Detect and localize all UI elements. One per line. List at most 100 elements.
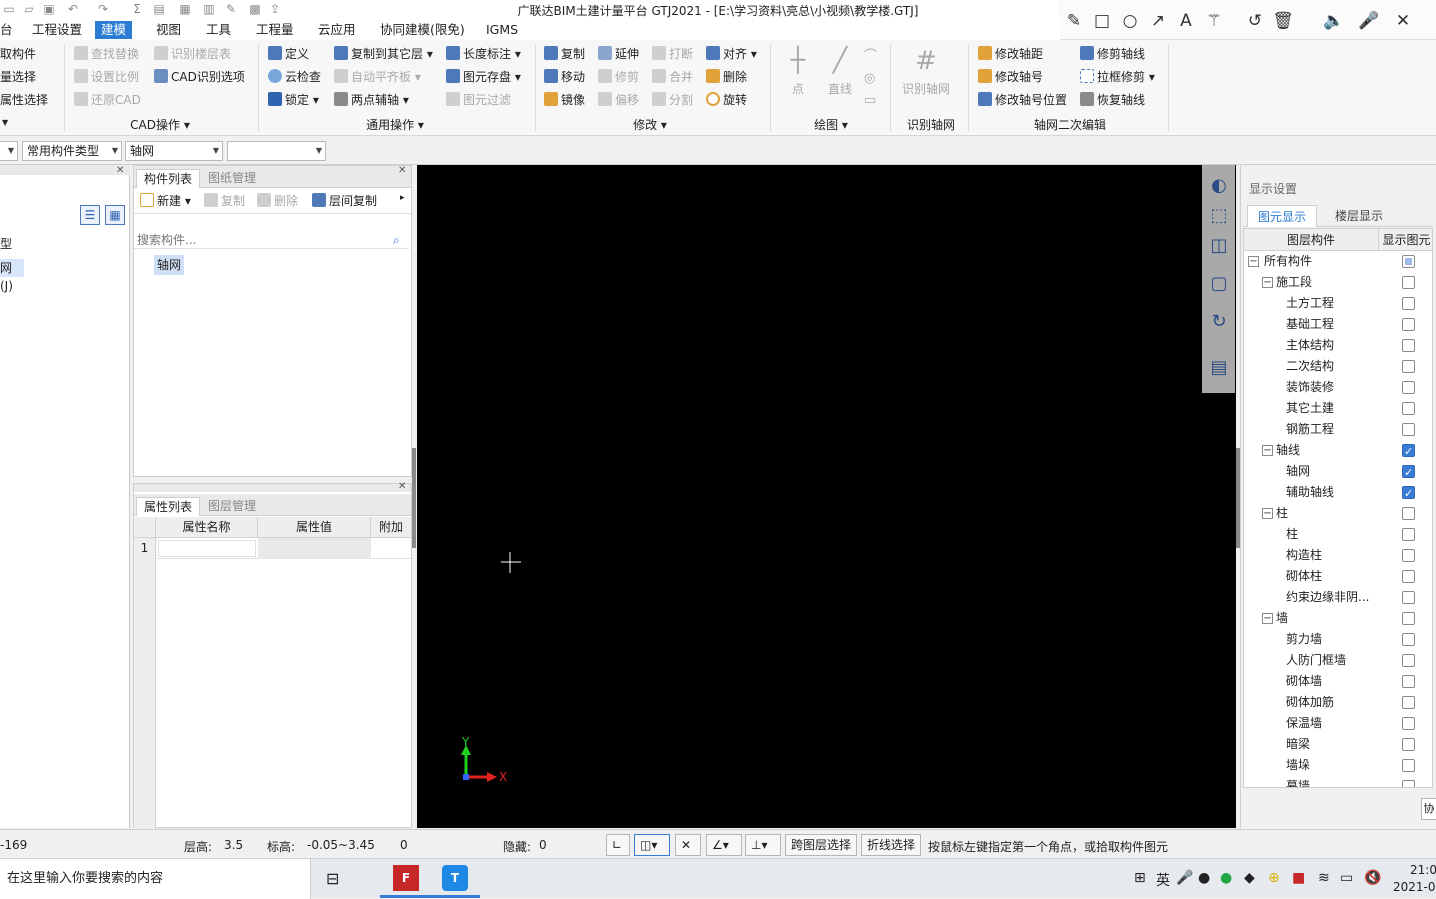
clock-date[interactable]: 2021-0: [1393, 880, 1436, 894]
dynamic-input-toggle[interactable]: ⊥▾: [745, 834, 781, 856]
mirror-button[interactable]: 镜像: [544, 90, 585, 110]
component-item-axis-grid[interactable]: 轴网: [154, 255, 185, 275]
polyline-select-button[interactable]: 折线选择: [861, 834, 922, 856]
show-element-checkbox[interactable]: [1402, 402, 1415, 415]
tree-row[interactable]: 钢筋工程: [1244, 419, 1432, 440]
extra-combo[interactable]: ▼: [227, 141, 326, 161]
menu-item-project-settings[interactable]: 工程设置: [26, 21, 88, 39]
tree-row[interactable]: 其它土建: [1244, 398, 1432, 419]
floor-copy-button[interactable]: 层间复制: [312, 191, 377, 211]
menu-item-cloud[interactable]: 云应用: [312, 21, 362, 39]
undo-icon[interactable]: ↺: [1244, 10, 1266, 32]
show-element-checkbox[interactable]: [1402, 276, 1415, 289]
length-dimension-button[interactable]: 长度标注 ▾: [446, 44, 521, 64]
show-element-checkbox[interactable]: [1402, 318, 1415, 331]
tree-row[interactable]: 墙垛: [1244, 755, 1432, 776]
recognize-axis-grid-button[interactable]: # 识别轴网: [898, 46, 954, 97]
table-row[interactable]: 1: [134, 538, 411, 559]
battery-icon[interactable]: ▭: [1340, 870, 1353, 886]
microphone-icon[interactable]: 🎤: [1358, 10, 1380, 32]
tree-row[interactable]: − 柱: [1244, 503, 1432, 524]
show-element-checkbox[interactable]: [1402, 381, 1415, 394]
close-icon[interactable]: ✕: [398, 481, 406, 492]
split-button[interactable]: 分割: [652, 90, 693, 110]
show-element-checkbox[interactable]: [1402, 462, 1415, 483]
show-element-checkbox[interactable]: [1402, 591, 1415, 604]
restore-axis-button[interactable]: 恢复轴线: [1080, 90, 1145, 110]
show-element-checkbox[interactable]: [1402, 654, 1415, 667]
record-icon[interactable]: ■: [1292, 870, 1305, 886]
volume-mute-icon[interactable]: 🔇: [1364, 870, 1381, 886]
tab-element-display[interactable]: 图元显示: [1247, 205, 1318, 227]
copy-button[interactable]: 复制: [544, 44, 585, 64]
line-tool[interactable]: ╱ 直线: [820, 46, 860, 97]
close-icon[interactable]: ✕: [116, 165, 124, 176]
align-button[interactable]: 对齐 ▾: [706, 44, 757, 64]
show-element-checkbox[interactable]: [1402, 507, 1415, 520]
tree-row[interactable]: 人防门框墙: [1244, 650, 1432, 671]
tree-row[interactable]: − 轴线: [1244, 440, 1432, 462]
modify-axis-spacing-button[interactable]: 修改轴距: [978, 44, 1043, 64]
arrow-icon[interactable]: ↗: [1147, 10, 1169, 32]
tab-floor-display[interactable]: 楼层显示: [1325, 205, 1393, 227]
property-value-cell[interactable]: [258, 538, 371, 559]
component-combo[interactable]: 轴网 ▼: [125, 141, 223, 161]
tree-row[interactable]: − 墙: [1244, 608, 1432, 629]
delete-button[interactable]: 删除: [257, 191, 298, 211]
group-general-label[interactable]: 通用操作 ▾: [340, 116, 450, 134]
arc-tools[interactable]: ⌒ ◎ ▭: [864, 46, 877, 112]
wifi-icon[interactable]: ≋: [1318, 870, 1330, 886]
chevron-down-icon[interactable]: ▼: [2, 118, 8, 127]
show-element-checkbox[interactable]: [1402, 549, 1415, 562]
cross-layer-select-button[interactable]: 跨图层选择: [785, 834, 858, 856]
attr-select-button[interactable]: 属性选择: [0, 90, 48, 110]
tree-row[interactable]: 土方工程: [1244, 293, 1432, 314]
box-trim-button[interactable]: 拉框修剪 ▾: [1080, 67, 1155, 87]
tree-row[interactable]: − 所有构件: [1244, 251, 1432, 272]
offset-button[interactable]: 偏移: [598, 90, 639, 110]
copy-button[interactable]: 复制: [204, 191, 245, 211]
qq-icon[interactable]: ●: [1198, 870, 1210, 886]
tab-property-list[interactable]: 属性列表: [136, 497, 201, 516]
search-icon[interactable]: ⌕: [393, 233, 400, 248]
layer-view-icon[interactable]: ▤: [1206, 355, 1232, 381]
show-element-checkbox[interactable]: [1402, 441, 1415, 462]
speaker-icon[interactable]: 🔈: [1323, 10, 1345, 32]
modify-axis-number-button[interactable]: 修改轴号: [978, 67, 1043, 87]
collapse-toggle-icon[interactable]: −: [1262, 508, 1273, 519]
define-button[interactable]: 定义: [268, 44, 309, 64]
auto-level-slab-button[interactable]: 自动平齐板 ▾: [334, 67, 421, 87]
collapse-toggle-icon[interactable]: −: [1262, 613, 1273, 624]
mic-icon[interactable]: 🎤: [1176, 870, 1193, 886]
card-view-icon[interactable]: ▦: [105, 205, 125, 225]
3d-view-icon[interactable]: ⬚: [1206, 203, 1232, 229]
splitter-handle[interactable]: [412, 448, 416, 548]
new-button[interactable]: 新建 ▾: [140, 191, 191, 211]
tree-row[interactable]: 构造柱: [1244, 545, 1432, 566]
menu-item-collab[interactable]: 协同建模(限免): [374, 21, 471, 39]
collapse-toggle-icon[interactable]: −: [1248, 256, 1259, 267]
element-filter-button[interactable]: 图元过滤: [446, 90, 511, 110]
list-view-icon[interactable]: ☰: [80, 205, 100, 225]
drawing-canvas[interactable]: Y X: [417, 165, 1236, 828]
menu-item-tools[interactable]: 工具: [200, 21, 237, 39]
break-button[interactable]: 打断: [652, 44, 693, 64]
cloud-check-button[interactable]: 云检查: [268, 67, 321, 87]
pick-component-button[interactable]: 取构件: [0, 44, 36, 64]
menu-item-quantity[interactable]: 工程量: [250, 21, 300, 39]
menu-item-view[interactable]: 视图: [150, 21, 187, 39]
tree-row[interactable]: 装饰装修: [1244, 377, 1432, 398]
close-icon[interactable]: ✕: [398, 165, 406, 176]
trash-icon[interactable]: 🗑: [1272, 10, 1294, 32]
input-method-icon[interactable]: ⊞: [1134, 870, 1146, 886]
wechat-icon[interactable]: ●: [1220, 870, 1232, 886]
collapse-toggle-icon[interactable]: −: [1262, 277, 1273, 288]
task-view-icon[interactable]: ⊟: [326, 869, 339, 888]
menu-item-0[interactable]: 台: [0, 21, 19, 39]
snap-toggle[interactable]: ◫▾: [634, 834, 670, 856]
text-icon[interactable]: A: [1175, 10, 1197, 32]
menu-item-modeling[interactable]: 建模: [95, 21, 133, 39]
panel-action-button[interactable]: 协: [1421, 798, 1436, 820]
show-element-checkbox[interactable]: [1402, 738, 1415, 751]
show-element-checkbox[interactable]: [1402, 483, 1415, 504]
